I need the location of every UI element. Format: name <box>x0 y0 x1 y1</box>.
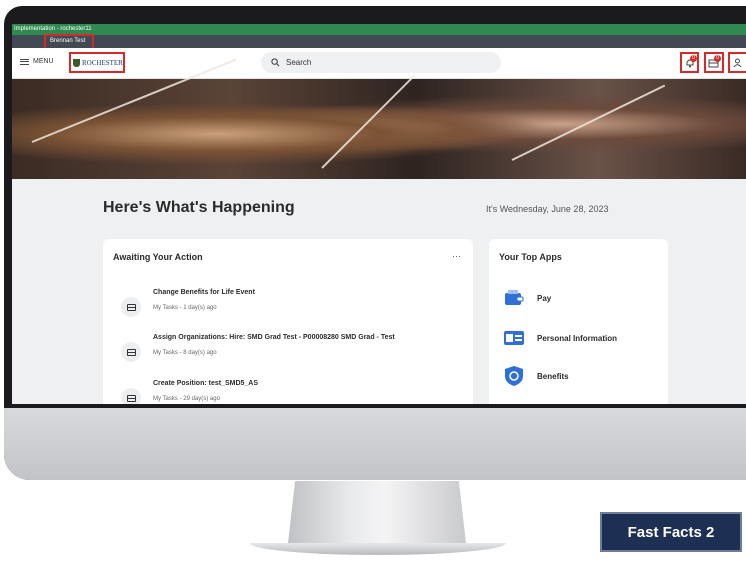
task-title: Change Benefits for Life Event <box>153 289 255 296</box>
monitor-frame: Implementation - rochester11 Brennan Tes… <box>4 6 746 480</box>
awaiting-action-title: Awaiting Your Action <box>113 252 203 262</box>
highlight-box-inbox <box>704 52 724 73</box>
highlight-box-profile <box>728 52 746 73</box>
task-item[interactable]: Create Position: test_SMD5_AS My Tasks -… <box>121 380 451 404</box>
task-item[interactable]: Change Benefits for Life Event My Tasks … <box>121 289 451 319</box>
app-label: Personal Information <box>537 333 618 343</box>
awaiting-action-card: Awaiting Your Action ··· Change Benefits… <box>103 239 473 404</box>
fast-facts-label: Fast Facts 2 <box>600 512 742 552</box>
task-meta: My Tasks - 1 day(s) ago <box>153 305 217 311</box>
inbox-icon <box>121 297 141 317</box>
app-pay[interactable]: Pay <box>503 284 643 312</box>
workday-screen: Implementation - rochester11 Brennan Tes… <box>12 24 746 404</box>
highlight-box-notifications <box>680 52 699 73</box>
app-label: Benefits <box>537 371 569 381</box>
monitor-stand <box>288 481 466 543</box>
environment-bar: Implementation - rochester11 <box>12 24 746 35</box>
menu-button[interactable]: MENU <box>20 58 54 65</box>
monitor-chin <box>4 408 746 480</box>
top-navigation: MENU ROCHESTER Search 0 0 <box>12 48 746 79</box>
search-input[interactable]: Search <box>261 52 501 73</box>
top-apps-card: Your Top Apps Pay Personal Information B… <box>489 239 668 404</box>
violin-bow-decoration <box>321 75 415 169</box>
inbox-icon <box>121 388 141 404</box>
app-benefits[interactable]: Benefits <box>503 362 643 390</box>
wallet-icon <box>505 290 524 305</box>
task-meta: My Tasks - 29 day(s) ago <box>153 396 220 402</box>
violin-bow-decoration <box>511 84 666 161</box>
app-personal-information[interactable]: Personal Information <box>503 324 643 352</box>
more-options-icon[interactable]: ··· <box>452 251 461 261</box>
page-title: Here's What's Happening <box>103 199 295 216</box>
highlight-box-logo <box>69 52 125 73</box>
user-bar: Brennan Test <box>12 34 746 50</box>
search-icon <box>271 58 280 67</box>
task-meta: My Tasks - 8 day(s) ago <box>153 350 217 356</box>
environment-label: Implementation - rochester11 <box>14 26 92 32</box>
orchestra-banner-image <box>12 58 746 179</box>
menu-label: MENU <box>33 58 54 65</box>
task-title: Assign Organizations: Hire: SMD Grad Tes… <box>153 334 395 341</box>
hamburger-icon <box>20 58 29 65</box>
top-apps-title: Your Top Apps <box>499 252 562 262</box>
id-card-icon <box>504 331 524 345</box>
current-date: It's Wednesday, June 28, 2023 <box>486 204 609 214</box>
task-item[interactable]: Assign Organizations: Hire: SMD Grad Tes… <box>121 334 451 364</box>
benefits-shield-icon <box>505 366 523 386</box>
task-title: Create Position: test_SMD5_AS <box>153 380 259 387</box>
search-placeholder: Search <box>286 58 312 67</box>
inbox-icon <box>121 342 141 362</box>
monitor-base <box>250 543 506 555</box>
app-label: Pay <box>537 293 552 303</box>
